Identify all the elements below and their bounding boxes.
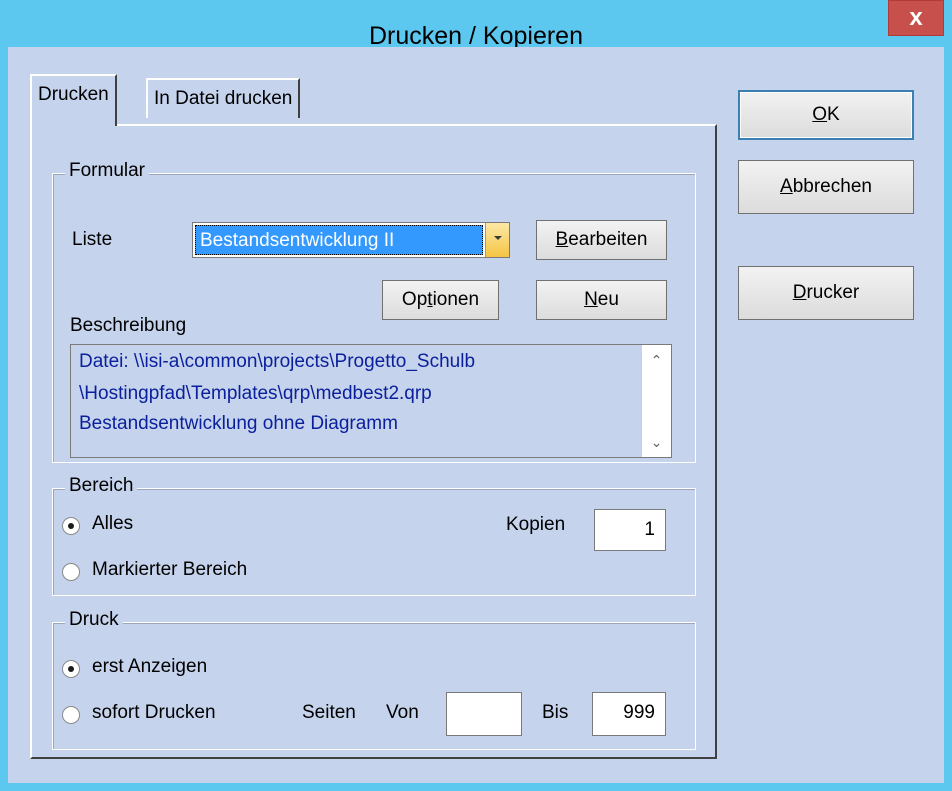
abbrechen-mnemonic: A (780, 176, 793, 197)
tab-drucken[interactable]: Drucken (30, 74, 117, 126)
ok-button[interactable]: OK (738, 90, 914, 140)
tab-drucken-label: Drucken (38, 84, 109, 105)
print-dialog: Drucken / Kopieren x Drucken In Datei dr… (0, 0, 952, 791)
drucker-mnemonic: D (792, 282, 807, 303)
optionen-label-pre: Op (401, 289, 428, 310)
tab-in-datei-drucken[interactable]: In Datei drucken (146, 78, 301, 118)
seiten-von-input[interactable] (446, 692, 522, 736)
radio-alles[interactable] (62, 517, 80, 535)
optionen-label-rest: ionen (432, 289, 480, 310)
liste-label: Liste (72, 229, 113, 250)
von-label: Von (386, 702, 419, 723)
beschreibung-line-3: Bestandsentwicklung ohne Diagramm (79, 413, 398, 434)
scroll-up-icon[interactable]: ⌃ (642, 345, 671, 375)
chevron-down-icon[interactable] (485, 223, 509, 257)
beschreibung-scrollbar[interactable]: ⌃ ⌄ (641, 345, 671, 457)
bis-label: Bis (542, 702, 569, 723)
radio-markierter-bereich-label: Markierter Bereich (92, 559, 248, 580)
optionen-button[interactable]: Optionen (382, 280, 499, 320)
abbrechen-label: bbrechen (792, 176, 872, 197)
neu-mnemonic: N (584, 289, 598, 310)
radio-erst-anzeigen-label: erst Anzeigen (92, 656, 208, 677)
seiten-bis-input[interactable]: 999 (592, 692, 666, 736)
neu-label: eu (597, 289, 619, 310)
radio-alles-label: Alles (92, 513, 134, 534)
drucker-label: rucker (806, 282, 860, 303)
ok-mnemonic: O (812, 104, 828, 125)
tab-panel-drucken: Formular Liste Bestandsentwicklung II Be… (30, 124, 717, 759)
formular-legend: Formular (65, 160, 150, 182)
kopien-label: Kopien (506, 514, 566, 535)
kopien-input[interactable]: 1 (594, 509, 666, 551)
liste-selected-value: Bestandsentwicklung II (195, 225, 483, 255)
beschreibung-label: Beschreibung (70, 315, 187, 336)
bearbeiten-label: earbeiten (568, 229, 648, 250)
beschreibung-textbox[interactable]: Datei: \\isi-a\common\projects\Progetto_… (70, 344, 672, 458)
neu-button[interactable]: Neu (536, 280, 667, 320)
bearbeiten-button[interactable]: Bearbeiten (536, 220, 667, 260)
beschreibung-line-2: \Hostingpfad\Templates\qrp\medbest2.qrp (79, 383, 432, 404)
liste-combobox[interactable]: Bestandsentwicklung II (192, 222, 510, 258)
close-button[interactable]: x (888, 0, 944, 36)
radio-erst-anzeigen[interactable] (62, 660, 80, 678)
tab-in-datei-drucken-label: In Datei drucken (154, 88, 293, 109)
radio-markierter-bereich[interactable] (62, 563, 80, 581)
drucker-button[interactable]: Drucker (738, 266, 914, 320)
beschreibung-line-1: Datei: \\isi-a\common\projects\Progetto_… (79, 351, 476, 372)
ok-label: K (827, 104, 840, 125)
scroll-down-icon[interactable]: ⌄ (642, 427, 671, 457)
abbrechen-button[interactable]: Abbrechen (738, 160, 914, 214)
bereich-legend: Bereich (65, 475, 138, 497)
seiten-label: Seiten (302, 702, 356, 723)
radio-sofort-drucken-label: sofort Drucken (92, 702, 216, 723)
radio-sofort-drucken[interactable] (62, 706, 80, 724)
bearbeiten-mnemonic: B (555, 229, 569, 250)
druck-legend: Druck (65, 609, 123, 631)
